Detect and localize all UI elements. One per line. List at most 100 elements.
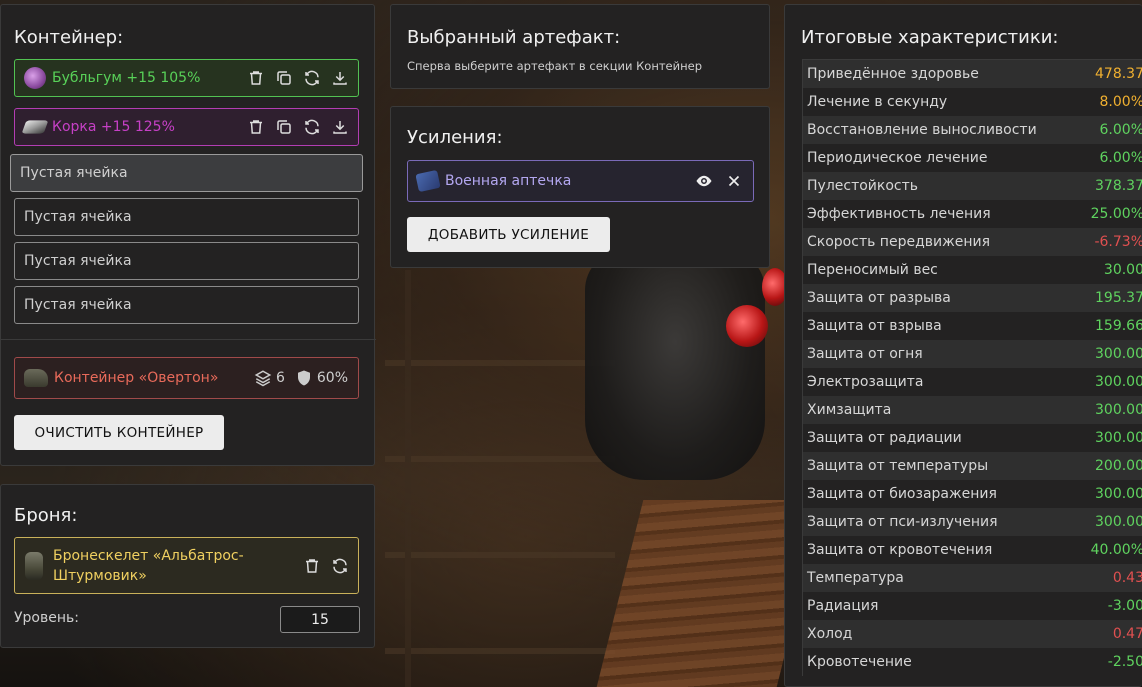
medkit-icon <box>415 169 441 193</box>
clear-container-button[interactable]: ОЧИСТИТЬ КОНТЕЙНЕР <box>14 415 224 450</box>
refresh-icon[interactable] <box>331 557 349 575</box>
stat-row: Скорость передвижения -6.73% <box>803 228 1142 256</box>
stat-name: Эффективность лечения <box>807 206 991 222</box>
stat-value: -6.73% <box>1094 234 1142 250</box>
background-robot <box>585 250 765 480</box>
case-slots-count: 6 <box>275 370 285 386</box>
download-icon[interactable] <box>331 118 349 136</box>
case-protection: 60% <box>295 369 348 387</box>
close-icon[interactable] <box>725 172 743 190</box>
container-slot-2[interactable]: Корка +15 125% <box>14 108 359 146</box>
container-slot-3[interactable]: Пустая ячейка <box>10 154 363 192</box>
stat-value: 6.00% <box>1099 122 1142 138</box>
trash-icon[interactable] <box>303 557 321 575</box>
container-slot-5[interactable]: Пустая ячейка <box>14 242 359 280</box>
trash-icon[interactable] <box>247 69 265 87</box>
copy-icon[interactable] <box>275 118 293 136</box>
stat-value: 8.00% <box>1099 94 1142 110</box>
armor-item[interactable]: Бронескелет «Альбатрос-Штурмовик» <box>14 537 359 594</box>
stat-value: 378.37 <box>1095 178 1142 194</box>
slot-label: Корка +15 125% <box>52 119 175 135</box>
refresh-icon[interactable] <box>303 118 321 136</box>
level-label: Уровень: <box>14 610 79 626</box>
stat-row: Защита от кровотечения 40.00% <box>803 536 1142 564</box>
stat-name: Приведённое здоровье <box>807 66 979 82</box>
stat-name: Переносимый вес <box>807 262 938 278</box>
background-shelf <box>385 270 615 687</box>
boosts-title: Усиления: <box>407 127 503 148</box>
boosts-panel: Усиления: Военная аптечка ДОБАВИТЬ УСИЛЕ… <box>390 106 770 268</box>
stat-row: Температура 0.43 <box>803 564 1142 592</box>
stat-row: Периодическое лечение 6.00% <box>803 144 1142 172</box>
stat-name: Защита от температуры <box>807 458 989 474</box>
boost-item[interactable]: Военная аптечка <box>407 160 754 202</box>
stat-name: Защита от взрыва <box>807 318 942 334</box>
stat-row: Радиация -3.00 <box>803 592 1142 620</box>
stat-value: 6.00% <box>1099 150 1142 166</box>
stat-value: 195.37 <box>1095 290 1142 306</box>
container-slot-1[interactable]: Бубльгум +15 105% <box>14 59 359 97</box>
stat-value: 200.00 <box>1095 458 1142 474</box>
selected-hint: Сперва выберите артефакт в секции Контей… <box>407 59 703 73</box>
stat-row: Кровотечение -2.50 <box>803 648 1142 676</box>
stat-name: Пулестойкость <box>807 178 919 194</box>
stat-value: 300.00 <box>1095 346 1142 362</box>
stat-name: Восстановление выносливости <box>807 122 1037 138</box>
armor-title: Броня: <box>14 505 78 526</box>
case-protection-value: 60% <box>316 370 348 386</box>
stat-row: Защита от взрыва 159.66 <box>803 312 1142 340</box>
boost-label: Военная аптечка <box>445 173 572 189</box>
stat-name: Периодическое лечение <box>807 150 988 166</box>
stats-title: Итоговые характеристики: <box>801 27 1059 48</box>
stat-name: Кровотечение <box>807 654 912 670</box>
stat-row: Защита от радиации 300.00 <box>803 424 1142 452</box>
stat-name: Защита от радиации <box>807 430 962 446</box>
stat-row: Защита от разрыва 195.37 <box>803 284 1142 312</box>
stat-value: 40.00% <box>1090 542 1142 558</box>
container-case[interactable]: Контейнер «Овертон» 6 60% <box>14 357 359 399</box>
stat-name: Скорость передвижения <box>807 234 990 250</box>
refresh-icon[interactable] <box>303 69 321 87</box>
armor-label: Бронескелет «Альбатрос-Штурмовик» <box>53 547 244 584</box>
artifact-crust-icon <box>21 120 49 134</box>
background-robot-eye <box>726 305 768 347</box>
stat-name: Защита от огня <box>807 346 923 362</box>
layers-icon <box>254 369 272 387</box>
add-boost-button[interactable]: ДОБАВИТЬ УСИЛЕНИЕ <box>407 217 610 252</box>
stat-name: Лечение в секунду <box>807 94 948 110</box>
stats-panel: Итоговые характеристики: Приведённое здо… <box>784 4 1142 687</box>
container-panel: Контейнер: Бубльгум +15 105% Корка +15 1… <box>0 4 376 466</box>
shield-icon <box>295 369 313 387</box>
stat-row: Переносимый вес 30.00 <box>803 256 1142 284</box>
stat-row: Защита от биозаражения 300.00 <box>803 480 1142 508</box>
copy-icon[interactable] <box>275 69 293 87</box>
level-input[interactable] <box>280 606 360 633</box>
stat-value: 300.00 <box>1095 486 1142 502</box>
stat-row: Электрозащита 300.00 <box>803 368 1142 396</box>
container-slot-4[interactable]: Пустая ячейка <box>14 198 359 236</box>
armor-icon <box>25 551 43 580</box>
container-slot-6[interactable]: Пустая ячейка <box>14 286 359 324</box>
slot-label: Бубльгум +15 105% <box>52 70 201 86</box>
eye-icon[interactable] <box>695 172 713 190</box>
stat-value: 0.43 <box>1112 570 1142 586</box>
stat-value: 478.37 <box>1095 66 1142 82</box>
stat-value: 25.00% <box>1090 206 1142 222</box>
divider <box>1 339 376 340</box>
trash-icon[interactable] <box>247 118 265 136</box>
stat-name: Холод <box>807 626 853 642</box>
container-title: Контейнер: <box>14 27 124 48</box>
stat-value: 300.00 <box>1095 374 1142 390</box>
artifact-bubblegum-icon <box>24 67 46 89</box>
stat-row: Приведённое здоровье 478.37 <box>803 60 1142 88</box>
stat-row: Защита от огня 300.00 <box>803 340 1142 368</box>
stat-value: -2.50 <box>1107 654 1142 670</box>
download-icon[interactable] <box>331 69 349 87</box>
stat-value: 30.00 <box>1103 262 1142 278</box>
stat-row: Эффективность лечения 25.00% <box>803 200 1142 228</box>
stat-row: Химзащита 300.00 <box>803 396 1142 424</box>
stat-name: Температура <box>807 570 904 586</box>
slot-label: Пустая ячейка <box>24 297 132 313</box>
slot-label: Пустая ячейка <box>24 209 132 225</box>
selected-title: Выбранный артефакт: <box>407 27 621 48</box>
